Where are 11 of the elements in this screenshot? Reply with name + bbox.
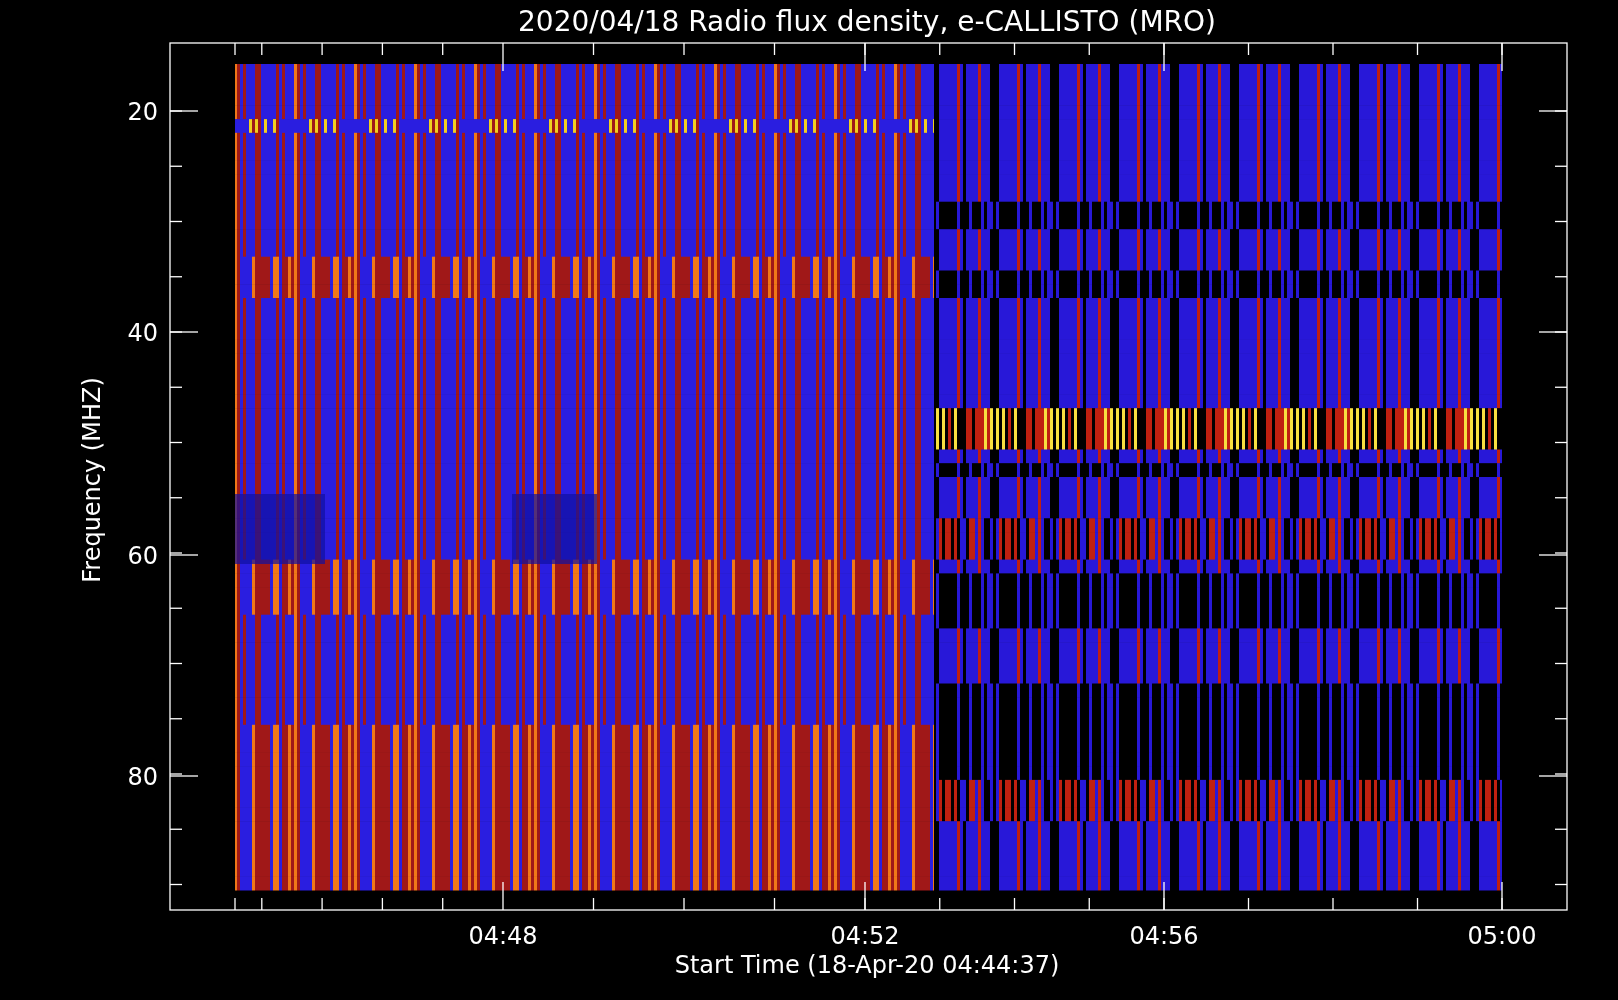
- tick-label: 20: [127, 98, 158, 126]
- tick-label: 04:56: [1129, 922, 1199, 950]
- tick-label: 04:52: [830, 922, 900, 950]
- tick-label: 80: [127, 763, 158, 791]
- tick-label: 40: [127, 319, 158, 347]
- tick-label: 60: [127, 542, 158, 570]
- tick-label: 05:00: [1467, 922, 1537, 950]
- axis-label: Start Time (18-Apr-20 04:44:37): [674, 951, 1060, 979]
- chart-title: 2020/04/18 Radio flux density, e-CALLISTO (MRO): [518, 5, 1216, 38]
- tick-label: 04:48: [468, 922, 538, 950]
- axis-label: Frequency (MHZ): [78, 377, 106, 583]
